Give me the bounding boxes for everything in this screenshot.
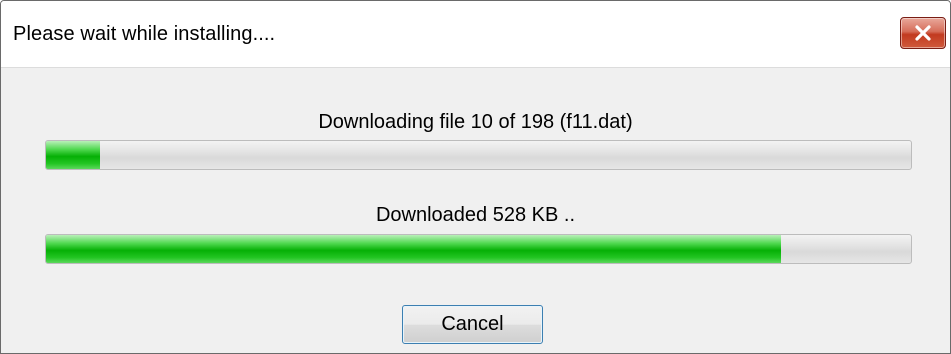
close-icon	[914, 25, 932, 41]
installer-dialog: Please wait while installing.... Downloa…	[0, 0, 951, 354]
download-progress-bar	[45, 234, 912, 264]
download-progress-fill	[46, 235, 782, 263]
file-progress-fill	[46, 141, 100, 169]
close-button[interactable]	[900, 17, 946, 49]
file-progress-bar	[45, 140, 912, 170]
cancel-button[interactable]: Cancel	[402, 305, 543, 344]
file-progress-label: Downloading file 10 of 198 (f11.dat)	[318, 111, 633, 133]
dialog-body: Downloading file 10 of 198 (f11.dat) Dow…	[1, 67, 950, 353]
download-progress-label: Downloaded 528 KB ..	[375, 204, 576, 226]
title-bar: Please wait while installing....	[1, 1, 950, 67]
window-title: Please wait while installing....	[13, 23, 276, 45]
